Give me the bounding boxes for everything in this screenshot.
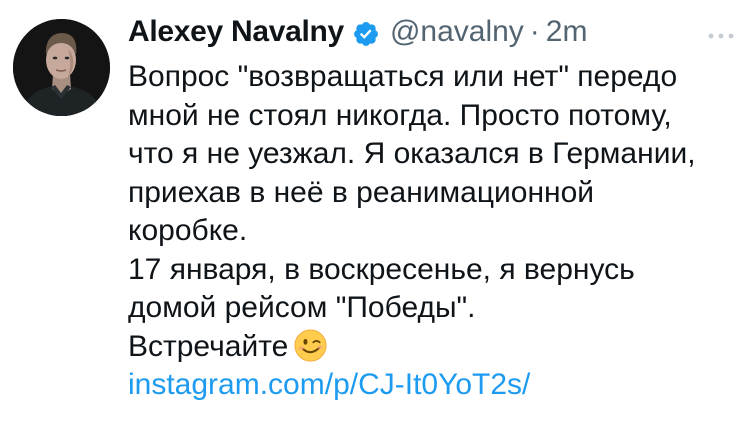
author-display-name[interactable]: Alexey Navalny <box>128 12 344 52</box>
tweet-text: Вопрос "возвращаться или нет" передо мно… <box>128 58 748 405</box>
tweet-line: приехав в неё в реанимационной <box>128 175 595 209</box>
avatar[interactable] <box>13 19 110 116</box>
tweet[interactable]: Alexey Navalny @navalny · 2m Вопрос "воз… <box>0 0 753 437</box>
tweet-line: что я не уезжал. Я оказался в Германии, <box>128 137 696 170</box>
tweet-line: коробке. <box>128 214 248 247</box>
author-handle[interactable]: @navalny <box>390 12 524 52</box>
verified-badge-icon <box>352 19 380 47</box>
winking-face-emoji <box>294 328 327 362</box>
tweet-line: мной не стоял никогда. Просто потому, <box>128 98 672 132</box>
tweet-line: 17 января, в воскресенье, я вернусь <box>128 252 635 286</box>
tweet-link[interactable]: instagram.com/p/CJ-It0YoT2s/ <box>128 366 748 405</box>
tweet-timestamp[interactable]: 2m <box>546 12 588 52</box>
tweet-line: Вопрос "возвращаться или нет" передо <box>128 60 678 93</box>
tweet-line-with-emoji: Встречайте <box>128 328 748 367</box>
tweet-line: домой рейсом "Победы". <box>128 291 476 324</box>
more-dots-icon[interactable] <box>706 28 736 39</box>
tweet-header: Alexey Navalny @navalny · 2m <box>128 12 587 52</box>
separator-dot: · <box>529 15 540 48</box>
avatar-image <box>13 19 110 116</box>
tweet-line: Встречайте <box>128 329 289 363</box>
